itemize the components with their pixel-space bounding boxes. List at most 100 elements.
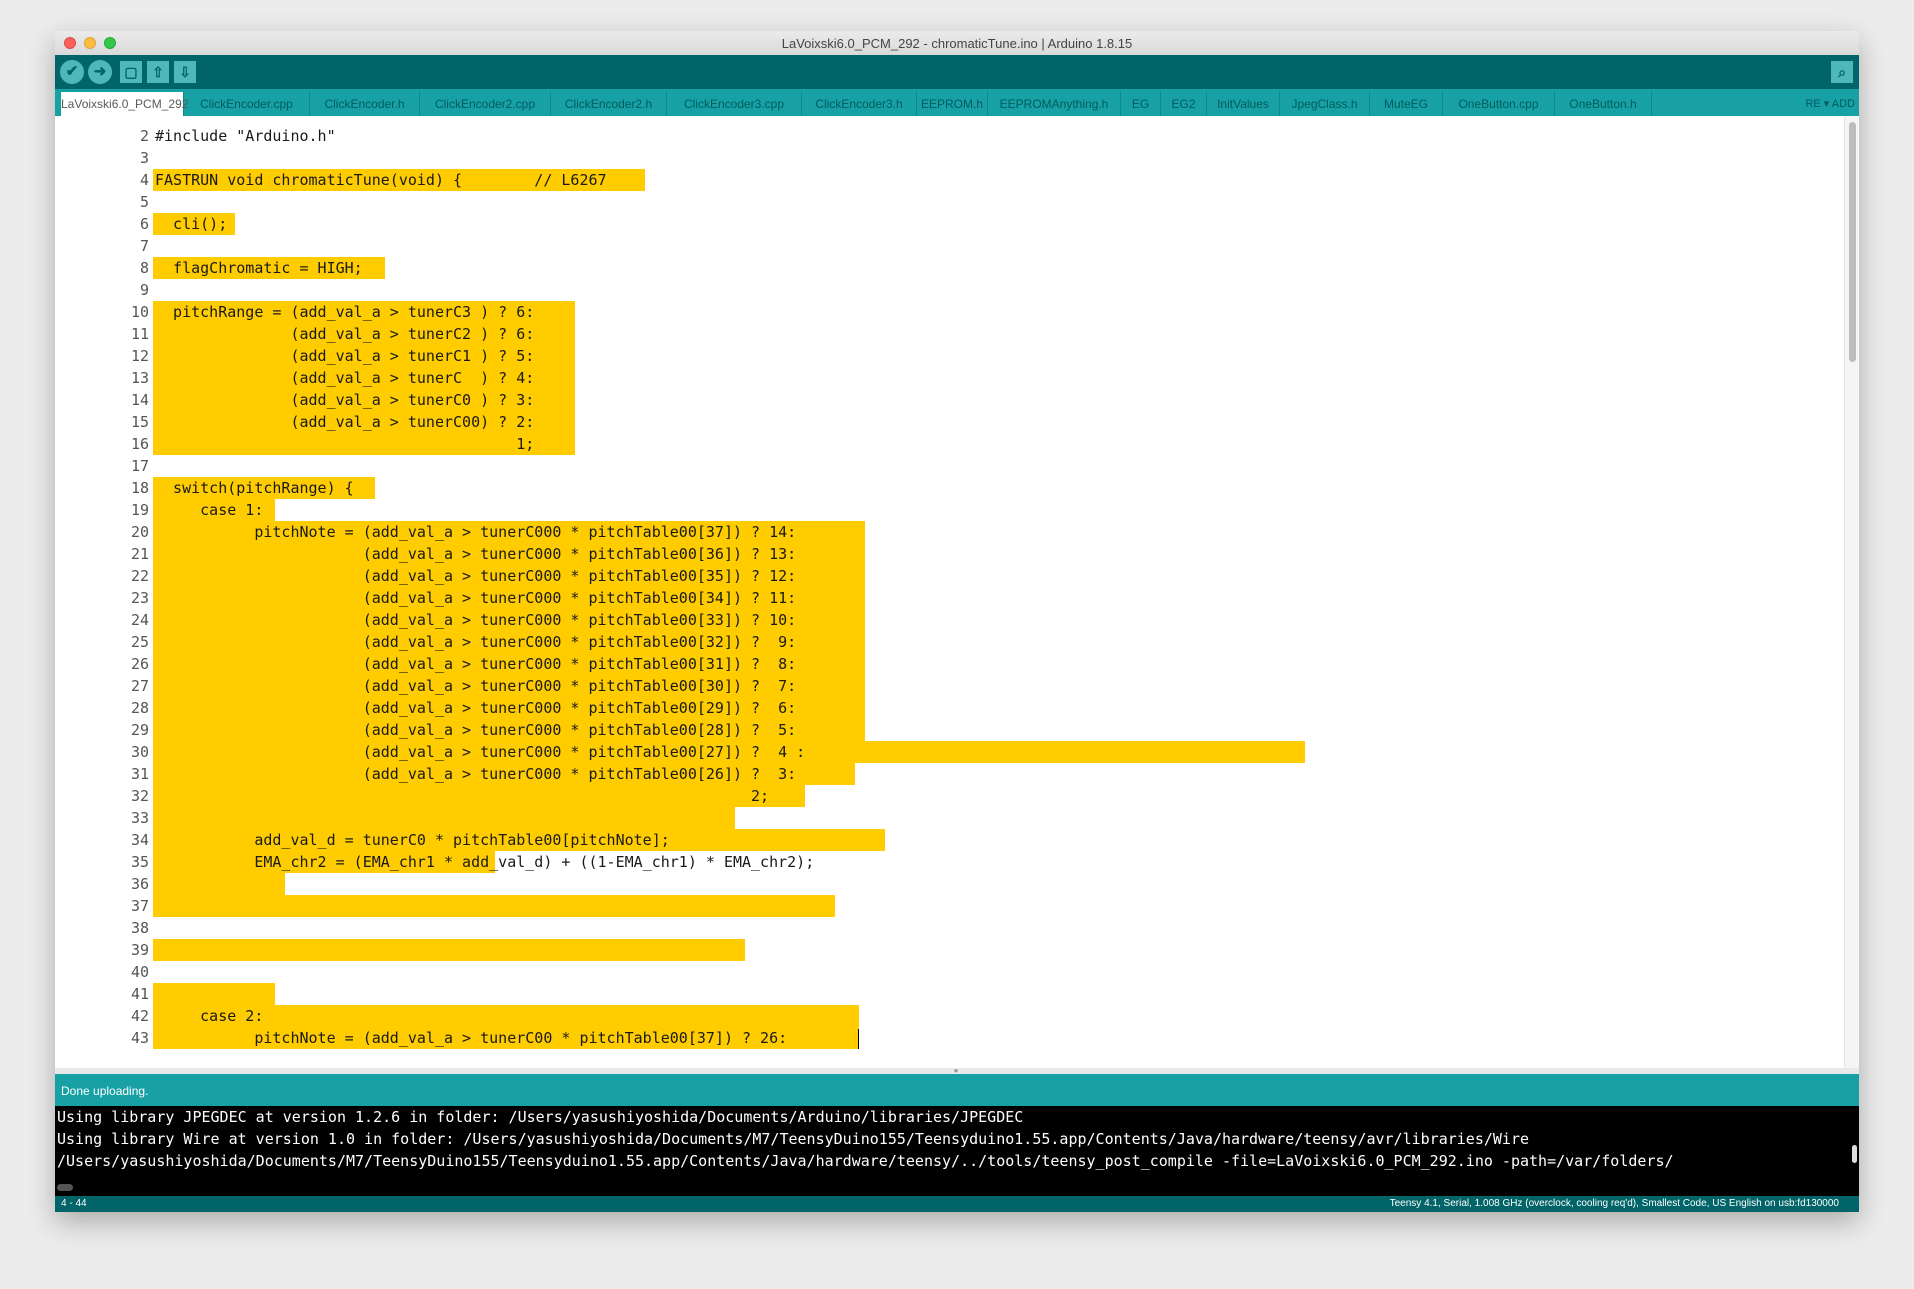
code-line: (add_val_a > tunerC000 * pitchTable00[27… [155,743,806,761]
line-number: 9 [139,281,149,299]
line-number: 37 [130,897,149,915]
code-line: (add_val_a > tunerC0 ) ? 3: [155,391,535,409]
line-number: 4 [139,171,149,189]
line-number: 10 [130,303,149,321]
code-line: FASTRUN void chromaticTune(void) { // L6… [155,171,607,189]
line-number: 24 [130,611,149,629]
upload-button[interactable]: ➜ [88,60,112,84]
tab-eepromanything-h[interactable]: EEPROMAnything.h [988,92,1121,116]
board-info: Teensy 4.1, Serial, 1.008 GHz (overclock… [1389,1198,1839,1209]
code-line: case 2: [155,1007,264,1025]
line-number: 7 [139,237,149,255]
code-line: (add_val_a > tunerC000 * pitchTable00[28… [155,721,797,739]
status-bar: Done uploading. [55,1074,1859,1106]
code-editor[interactable]: 2 #include "Arduino.h" 3 4 FASTRUN void … [55,116,1859,1068]
code-line: EMA_chr2 = (EMA_chr1 * add_val_d) + ((1-… [155,853,815,871]
tabs-overflow-menu[interactable]: RE ▾ ADD [1797,92,1859,116]
line-number: 38 [130,919,149,937]
line-number: 19 [130,501,149,519]
check-icon: ✔ [65,63,79,80]
code-line: (add_val_a > tunerC2 ) ? 6: [155,325,535,343]
tab-clickencoder3-h[interactable]: ClickEncoder3.h [802,92,917,116]
selection-band [153,895,835,917]
line-number: 15 [130,413,149,431]
new-file-icon: ▢ [124,64,138,80]
line-number: 39 [130,941,149,959]
line-number: 33 [130,809,149,827]
line-number: 14 [130,391,149,409]
line-number: 11 [130,325,149,343]
toolbar: ✔ ➜ ▢ ⇧ ⇩ ⌕ [55,55,1859,89]
arduino-ide-window: LaVoixski6.0_PCM_292 - chromaticTune.ino… [55,31,1859,1212]
code-line: pitchRange = (add_val_a > tunerC3 ) ? 6: [155,303,535,321]
editor-scrollbar-thumb[interactable] [1849,122,1856,362]
line-number: 26 [130,655,149,673]
arrow-right-icon: ➜ [93,63,107,80]
line-number: 27 [130,677,149,695]
selection-band [153,939,745,961]
tab-eeprom-h[interactable]: EEPROM.h [917,92,988,116]
tab-clickencoder2-h[interactable]: ClickEncoder2.h [551,92,667,116]
tab-clickencoder3-cpp[interactable]: ClickEncoder3.cpp [667,92,802,116]
code-line: (add_val_a > tunerC000 * pitchTable00[29… [155,699,797,717]
save-icon: ⇩ [179,64,191,80]
tab-clickencoder2-cpp[interactable]: ClickEncoder2.cpp [420,92,551,116]
line-number: 20 [130,523,149,541]
footer-bar: 4 - 44 Teensy 4.1, Serial, 1.008 GHz (ov… [55,1196,1859,1212]
tab-eg2[interactable]: EG2 [1161,92,1207,116]
new-sketch-button[interactable]: ▢ [120,61,142,83]
line-number: 5 [139,193,149,211]
serial-monitor-icon: ⌕ [1838,64,1846,80]
line-number: 21 [130,545,149,563]
selection-band [153,807,735,829]
code-line: (add_val_a > tunerC000 * pitchTable00[36… [155,545,797,563]
line-number: 17 [130,457,149,475]
tab-jpegclass-h[interactable]: JpegClass.h [1280,92,1370,116]
line-number: 22 [130,567,149,585]
line-number: 13 [130,369,149,387]
status-message: Done uploading. [61,1084,149,1098]
line-number: 18 [130,479,149,497]
line-number: 42 [130,1007,149,1025]
line-number: 32 [130,787,149,805]
line-number: 43 [130,1029,149,1047]
code-line: (add_val_a > tunerC000 * pitchTable00[31… [155,655,797,673]
window-title: LaVoixski6.0_PCM_292 - chromaticTune.ino… [781,36,1133,51]
console-horizontal-scrollbar[interactable] [55,1180,1859,1196]
console-line: /Users/yasushiyoshida/Documents/M7/Teens… [57,1152,1674,1170]
text-caret [858,1029,859,1049]
serial-monitor-button[interactable]: ⌕ [1831,61,1853,83]
selection-band [805,741,1305,763]
tab-onebutton-cpp[interactable]: OneButton.cpp [1443,92,1555,116]
tab-muteeg[interactable]: MuteEG [1370,92,1443,116]
line-number: 23 [130,589,149,607]
line-number: 16 [130,435,149,453]
code-line: (add_val_a > tunerC000 * pitchTable00[35… [155,567,797,585]
tab-initvalues[interactable]: InitValues [1207,92,1280,116]
tab-clickencoder-cpp[interactable]: ClickEncoder.cpp [184,92,310,116]
title-bar: LaVoixski6.0_PCM_292 - chromaticTune.ino… [55,31,1859,56]
code-line: cli(); [155,215,228,233]
code-line: (add_val_a > tunerC000 * pitchTable00[33… [155,611,797,629]
tab-onebutton-h[interactable]: OneButton.h [1555,92,1652,116]
verify-button[interactable]: ✔ [60,60,84,84]
code-line: case 1: [155,501,264,519]
save-sketch-button[interactable]: ⇩ [174,61,196,83]
line-range-indicator: 4 - 44 [61,1198,87,1209]
line-number: 41 [130,985,149,1003]
tab-clickencoder-h[interactable]: ClickEncoder.h [310,92,420,116]
line-number: 12 [130,347,149,365]
console-vertical-scrollbar-thumb[interactable] [1852,1145,1857,1163]
tab-eg[interactable]: EG [1121,92,1161,116]
open-sketch-button[interactable]: ⇧ [147,61,169,83]
editor-scrollbar[interactable] [1844,116,1859,1068]
console-scrollbar-thumb[interactable] [57,1184,73,1191]
code-line: (add_val_a > tunerC1 ) ? 5: [155,347,535,365]
line-number: 34 [130,831,149,849]
tab-lavoixski-main[interactable]: LaVoixski6.0_PCM_292 [61,92,188,116]
selection-band [153,873,285,895]
line-number: 3 [139,149,149,167]
selection-band [153,983,275,1005]
line-number: 30 [130,743,149,761]
code-line: (add_val_a > tunerC000 * pitchTable00[32… [155,633,797,651]
